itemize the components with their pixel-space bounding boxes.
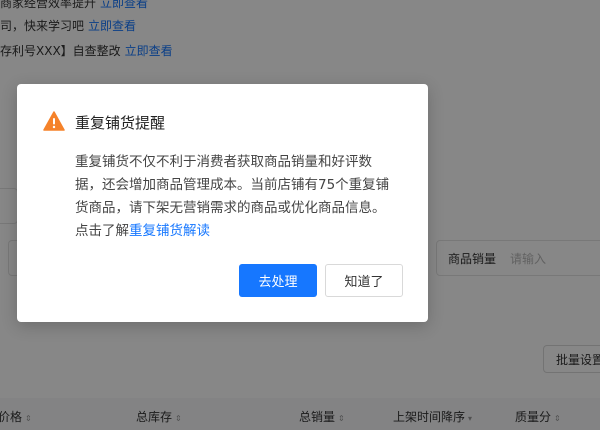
modal-title: 重复铺货提醒 bbox=[75, 114, 166, 132]
modal-message: 重复铺货不仅不利于消费者获取商品销量和好评数据，还会增加商品管理成本。当前店铺有… bbox=[75, 151, 397, 243]
warning-icon bbox=[43, 111, 65, 131]
modal-message-text: 重复铺货不仅不利于消费者获取商品销量和好评数据，还会增加商品管理成本。当前店铺有… bbox=[75, 154, 390, 239]
duplicate-listing-guide-link[interactable]: 重复铺货解读 bbox=[129, 223, 210, 239]
duplicate-listing-modal: 重复铺货提醒 重复铺货不仅不利于消费者获取商品销量和好评数据，还会增加商品管理成… bbox=[17, 84, 428, 322]
acknowledge-button[interactable]: 知道了 bbox=[325, 264, 403, 297]
handle-button[interactable]: 去处理 bbox=[239, 264, 317, 297]
